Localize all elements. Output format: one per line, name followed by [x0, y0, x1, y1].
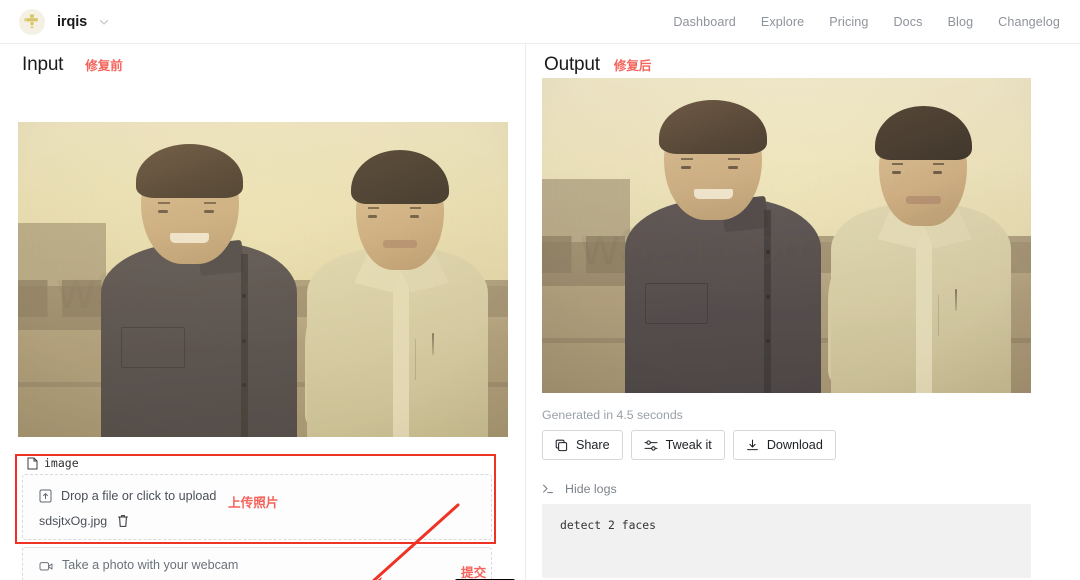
file-upload-icon — [39, 489, 52, 503]
output-title: Output — [544, 54, 600, 75]
file-icon — [27, 457, 38, 469]
nav-link-docs[interactable]: Docs — [893, 15, 922, 29]
brand-name: irqis — [57, 13, 88, 30]
image-field-label: image — [44, 456, 79, 470]
nav-link-blog[interactable]: Blog — [948, 15, 974, 29]
download-button-label: Download — [766, 438, 823, 452]
chevron-down-icon[interactable] — [98, 16, 110, 28]
annotation-arrow-icon — [372, 503, 460, 580]
output-action-buttons: Share Tweak it Download — [542, 430, 836, 460]
app-logo-icon — [19, 8, 45, 35]
photo-warm-overlay — [542, 78, 1031, 393]
output-panel: Output 修复后 Generated in 4.5 seconds Shar… — [525, 44, 1080, 580]
webcam-row: Take a photo with your webcam — [39, 558, 238, 572]
nav-link-changelog[interactable]: Changelog — [998, 15, 1060, 29]
hide-logs-label: Hide logs — [565, 482, 617, 496]
dropzone-prompt-row: Drop a file or click to upload — [39, 489, 216, 503]
nav-link-explore[interactable]: Explore — [761, 15, 804, 29]
share-button-label: Share — [576, 438, 610, 452]
input-title: Input — [22, 54, 64, 75]
nav-link-dashboard[interactable]: Dashboard — [673, 15, 736, 29]
input-panel: Input 修复前 image Drop a file or click to … — [0, 44, 525, 580]
uploaded-file-name: sdsjtxOg.jpg — [39, 514, 108, 528]
upload-annotation-label: 上传照片 — [228, 495, 279, 510]
hide-logs-toggle[interactable]: Hide logs — [542, 482, 617, 496]
webcam-label: Take a photo with your webcam — [62, 558, 239, 572]
top-navigation-bar: irqis Dashboard Explore Pricing Docs Blo… — [0, 0, 1080, 44]
input-annotation-label: 修复前 — [85, 58, 123, 73]
download-button[interactable]: Download — [732, 430, 836, 460]
nav-link-pricing[interactable]: Pricing — [829, 15, 868, 29]
share-button[interactable]: Share — [542, 430, 623, 460]
output-image-preview[interactable]: w3zh.com — [542, 78, 1031, 393]
uploaded-file-row: sdsjtxOg.jpg — [39, 514, 129, 528]
tweak-it-button[interactable]: Tweak it — [630, 430, 725, 460]
trash-icon[interactable] — [117, 514, 129, 528]
brand-group[interactable]: irqis — [19, 8, 110, 35]
photo-warm-overlay — [18, 122, 508, 437]
dropzone-prompt-text: Drop a file or click to upload — [61, 489, 217, 503]
tweak-it-button-label: Tweak it — [665, 438, 712, 452]
app-root: irqis Dashboard Explore Pricing Docs Blo… — [0, 0, 1080, 580]
image-field-label-row: image — [27, 456, 79, 470]
copy-icon — [555, 439, 568, 451]
input-panel-header: Input 修复前 — [0, 44, 525, 76]
sliders-icon — [644, 439, 658, 451]
log-line: detect 2 faces — [560, 518, 657, 532]
terminal-icon — [543, 484, 553, 494]
output-annotation-label: 修复后 — [613, 58, 652, 73]
download-icon — [746, 439, 758, 450]
primary-nav: Dashboard Explore Pricing Docs Blog Chan… — [673, 15, 1060, 29]
input-image-preview[interactable]: w3zh.com — [18, 122, 508, 437]
output-panel-header: Output 修复后 — [526, 44, 1080, 76]
generation-status-text: Generated in 4.5 seconds — [542, 408, 683, 422]
logs-output-box[interactable]: detect 2 faces — [542, 504, 1031, 578]
camera-icon — [39, 561, 53, 570]
